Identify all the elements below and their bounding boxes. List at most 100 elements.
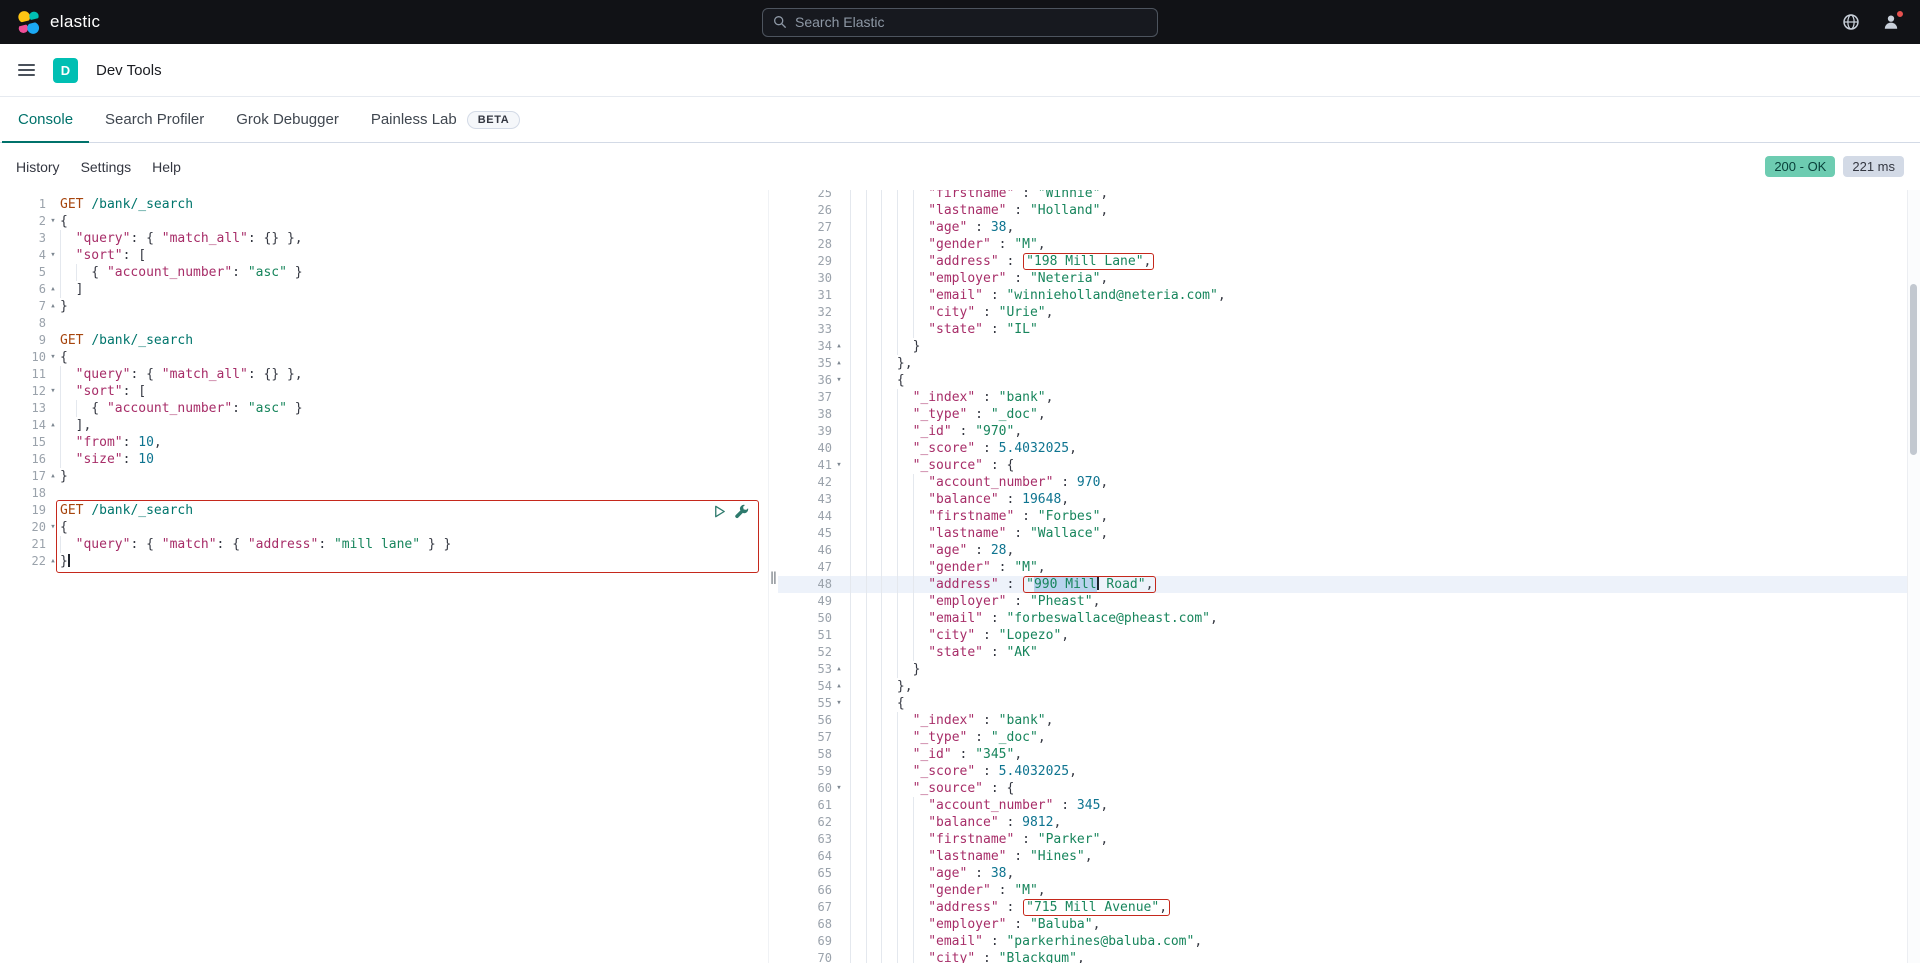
response-line[interactable]: 62"balance" : 9812, [778, 814, 1920, 831]
response-line[interactable]: 54▴}, [778, 678, 1920, 695]
request-line[interactable]: 18 [0, 485, 768, 502]
fold-caret[interactable]: ▾ [46, 349, 60, 366]
tab-search-profiler[interactable]: Search Profiler [89, 97, 220, 142]
console-menu-history[interactable]: History [16, 159, 60, 175]
search-input[interactable] [795, 14, 1147, 30]
fold-caret[interactable]: ▾ [832, 457, 846, 474]
globe-icon[interactable] [1842, 13, 1860, 31]
response-line[interactable]: 69"email" : "parkerhines@baluba.com", [778, 933, 1920, 950]
request-line[interactable]: 22▴} [0, 553, 768, 570]
fold-caret[interactable]: ▾ [46, 247, 60, 264]
scrollbar-track[interactable] [1907, 190, 1920, 963]
console-menu-help[interactable]: Help [152, 159, 181, 175]
play-icon[interactable] [712, 504, 727, 519]
response-line[interactable]: 43"balance" : 19648, [778, 491, 1920, 508]
request-line[interactable]: 8 [0, 315, 768, 332]
fold-caret[interactable]: ▴ [46, 417, 60, 434]
response-line[interactable]: 31"email" : "winnieholland@neteria.com", [778, 287, 1920, 304]
response-line[interactable]: 67"address" : "715 Mill Avenue", [778, 899, 1920, 916]
fold-caret[interactable]: ▴ [46, 468, 60, 485]
response-line[interactable]: 25"firstname" : "Winnie", [778, 190, 1920, 202]
request-line[interactable]: 2▾{ [0, 213, 768, 230]
request-line[interactable]: 16"size": 10 [0, 451, 768, 468]
response-line[interactable]: 68"employer" : "Baluba", [778, 916, 1920, 933]
console-menu-settings[interactable]: Settings [81, 159, 132, 175]
request-line[interactable]: 9GET /bank/_search [0, 332, 768, 349]
response-line[interactable]: 30"employer" : "Neteria", [778, 270, 1920, 287]
fold-caret[interactable]: ▴ [832, 338, 846, 355]
request-line[interactable]: 5{ "account_number": "asc" } [0, 264, 768, 281]
request-line[interactable]: 20▾{ [0, 519, 768, 536]
response-line[interactable]: 49"employer" : "Pheast", [778, 593, 1920, 610]
response-line[interactable]: 34▴} [778, 338, 1920, 355]
request-line[interactable]: 12▾"sort": [ [0, 383, 768, 400]
response-line[interactable]: 40"_score" : 5.4032025, [778, 440, 1920, 457]
fold-caret[interactable]: ▾ [46, 519, 60, 536]
request-line[interactable]: 15"from": 10, [0, 434, 768, 451]
fold-caret[interactable]: ▴ [832, 661, 846, 678]
response-line[interactable]: 70"city" : "Blackgum", [778, 950, 1920, 963]
response-line[interactable]: 63"firstname" : "Parker", [778, 831, 1920, 848]
fold-caret[interactable]: ▾ [46, 383, 60, 400]
response-line[interactable]: 44"firstname" : "Forbes", [778, 508, 1920, 525]
response-line[interactable]: 64"lastname" : "Hines", [778, 848, 1920, 865]
fold-caret[interactable]: ▾ [832, 695, 846, 712]
response-line[interactable]: 51"city" : "Lopezo", [778, 627, 1920, 644]
response-line[interactable]: 53▴} [778, 661, 1920, 678]
response-line[interactable]: 39"_id" : "970", [778, 423, 1920, 440]
request-line[interactable]: 21"query": { "match": { "address": "mill… [0, 536, 768, 553]
response-line[interactable]: 57"_type" : "_doc", [778, 729, 1920, 746]
response-line[interactable]: 61"account_number" : 345, [778, 797, 1920, 814]
fold-caret[interactable]: ▾ [832, 372, 846, 389]
elastic-logo[interactable]: elastic [16, 10, 100, 35]
response-line[interactable]: 26"lastname" : "Holland", [778, 202, 1920, 219]
request-line[interactable]: 19GET /bank/_search [0, 502, 768, 519]
fold-caret[interactable]: ▴ [46, 298, 60, 315]
fold-caret[interactable]: ▾ [832, 780, 846, 797]
request-line[interactable]: 7▴} [0, 298, 768, 315]
request-line[interactable]: 14▴], [0, 417, 768, 434]
request-editor[interactable]: 1GET /bank/_search2▾{3"query": { "match_… [0, 190, 768, 963]
menu-icon[interactable] [18, 60, 35, 80]
tab-painless-lab[interactable]: Painless LabBETA [355, 97, 536, 142]
response-line[interactable]: 66"gender" : "M", [778, 882, 1920, 899]
response-line[interactable]: 52"state" : "AK" [778, 644, 1920, 661]
response-line[interactable]: 32"city" : "Urie", [778, 304, 1920, 321]
request-line[interactable]: 10▾{ [0, 349, 768, 366]
request-line[interactable]: 17▴} [0, 468, 768, 485]
tab-console[interactable]: Console [2, 97, 89, 142]
fold-caret[interactable]: ▴ [46, 553, 60, 570]
response-line[interactable]: 47"gender" : "M", [778, 559, 1920, 576]
tab-grok-debugger[interactable]: Grok Debugger [220, 97, 355, 142]
response-line[interactable]: 27"age" : 38, [778, 219, 1920, 236]
request-line[interactable]: 1GET /bank/_search [0, 196, 768, 213]
deployment-badge[interactable]: D [53, 58, 78, 83]
request-line[interactable]: 11"query": { "match_all": {} }, [0, 366, 768, 383]
response-line[interactable]: 42"account_number" : 970, [778, 474, 1920, 491]
response-viewer[interactable]: 25"firstname" : "Winnie",26"lastname" : … [778, 190, 1920, 963]
fold-caret[interactable]: ▾ [46, 213, 60, 230]
response-line[interactable]: 48"address" : "990 Mill Road", [778, 576, 1920, 593]
response-line[interactable]: 46"age" : 28, [778, 542, 1920, 559]
response-line[interactable]: 55▾{ [778, 695, 1920, 712]
fold-caret[interactable]: ▴ [832, 678, 846, 695]
response-line[interactable]: 37"_index" : "bank", [778, 389, 1920, 406]
request-line[interactable]: 6▴] [0, 281, 768, 298]
response-line[interactable]: 60▾"_source" : { [778, 780, 1920, 797]
response-line[interactable]: 33"state" : "IL" [778, 321, 1920, 338]
request-line[interactable]: 4▾"sort": [ [0, 247, 768, 264]
response-line[interactable]: 56"_index" : "bank", [778, 712, 1920, 729]
response-line[interactable]: 58"_id" : "345", [778, 746, 1920, 763]
request-line[interactable]: 13{ "account_number": "asc" } [0, 400, 768, 417]
response-line[interactable]: 35▴}, [778, 355, 1920, 372]
wrench-icon[interactable] [734, 504, 749, 519]
response-line[interactable]: 38"_type" : "_doc", [778, 406, 1920, 423]
global-search[interactable] [762, 8, 1158, 37]
pane-resizer[interactable]: ‖ [768, 190, 778, 963]
fold-caret[interactable]: ▴ [832, 355, 846, 372]
response-line[interactable]: 65"age" : 38, [778, 865, 1920, 882]
response-line[interactable]: 41▾"_source" : { [778, 457, 1920, 474]
response-line[interactable]: 59"_score" : 5.4032025, [778, 763, 1920, 780]
response-line[interactable]: 28"gender" : "M", [778, 236, 1920, 253]
response-line[interactable]: 50"email" : "forbeswallace@pheast.com", [778, 610, 1920, 627]
